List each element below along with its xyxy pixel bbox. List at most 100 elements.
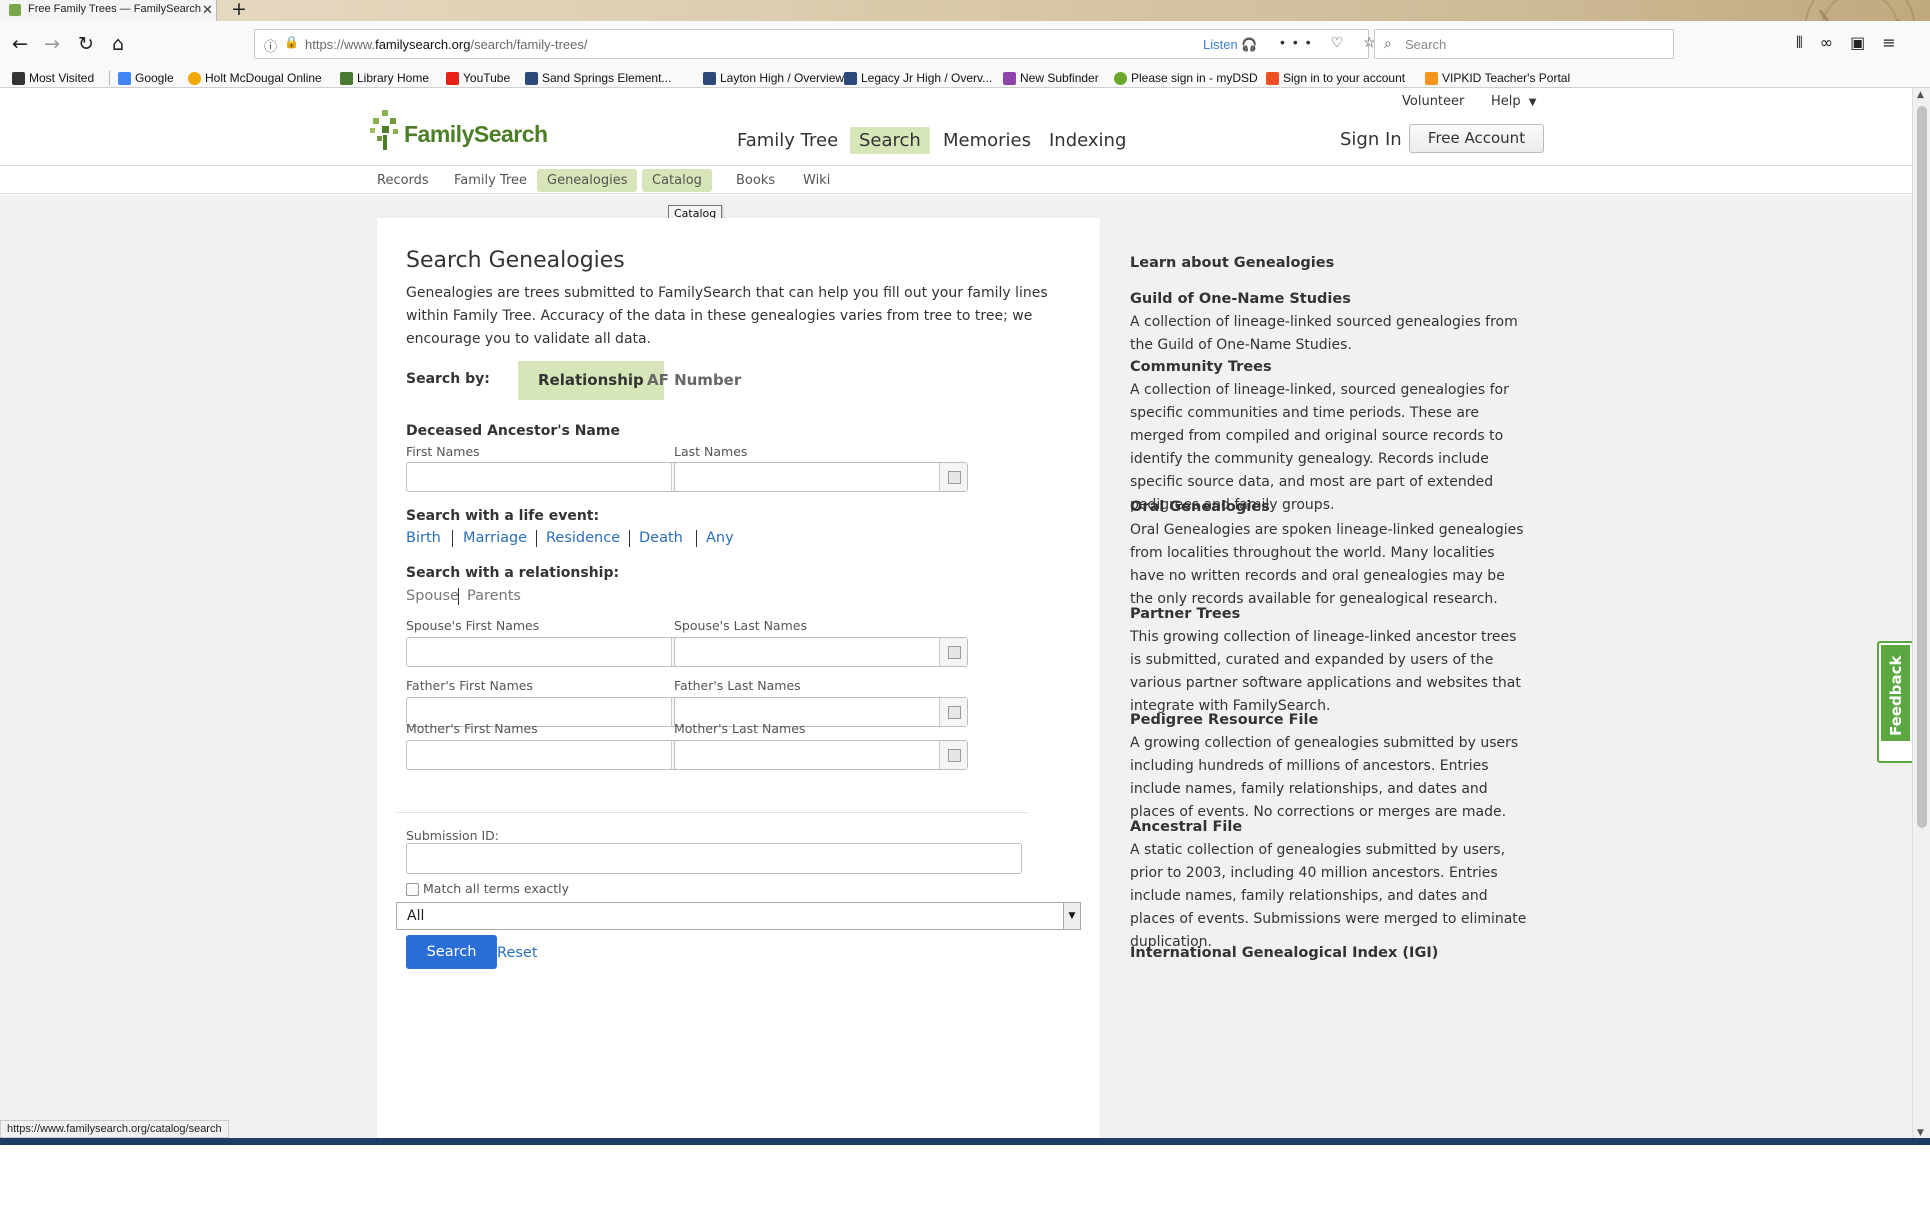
subnav-records[interactable]: Records	[367, 169, 439, 192]
bookmark-label: Please sign in - myDSD	[1131, 71, 1258, 85]
bookmark-item[interactable]: YouTube	[446, 71, 510, 85]
browser-search-field[interactable]: ⌕ Search	[1374, 29, 1674, 59]
lock-icon[interactable]: 🔒	[284, 35, 299, 49]
relationship-parents-link[interactable]: Parents	[467, 588, 521, 604]
page-title: Search Genealogies	[406, 248, 625, 273]
life-event-links: Birth Marriage Residence Death Any	[406, 530, 806, 548]
info-icon[interactable]: ⓘ	[264, 36, 277, 55]
mother-last-label: Mother's Last Names	[674, 721, 806, 736]
first-names-label: First Names	[406, 444, 480, 459]
subnav-genealogies[interactable]: Genealogies	[537, 169, 638, 192]
search-icon: ⌕	[1384, 35, 1392, 51]
main-nav-family-tree[interactable]: Family Tree	[728, 127, 847, 154]
separator	[629, 530, 630, 547]
reload-icon[interactable]: ↻	[74, 32, 98, 56]
os-taskbar	[0, 1138, 1930, 1145]
bookmark-item[interactable]: VIPKID Teacher's Portal	[1425, 71, 1570, 85]
life-event-death[interactable]: Death	[639, 530, 683, 546]
main-nav-indexing[interactable]: Indexing	[1040, 127, 1135, 154]
more-actions-icon[interactable]: •••	[1280, 34, 1319, 50]
help-menu[interactable]: Help ▼	[1491, 94, 1536, 109]
bookmark-item[interactable]: Google	[118, 71, 174, 85]
home-icon[interactable]: ⌂	[106, 32, 130, 56]
volunteer-link[interactable]: Volunteer	[1402, 94, 1464, 109]
url-text[interactable]: https://www.familysearch.org/search/fami…	[305, 37, 588, 52]
subnav-wiki[interactable]: Wiki	[793, 169, 840, 192]
bookmark-label: Most Visited	[29, 71, 95, 85]
feedback-label: Feedback	[1887, 655, 1905, 736]
bookmark-item[interactable]: Legacy Jr High / Overv...	[844, 71, 992, 85]
close-icon[interactable]: ✕	[202, 2, 213, 17]
keyboard-icon[interactable]	[939, 463, 967, 491]
back-arrow-icon[interactable]: ←	[8, 32, 32, 56]
reset-link[interactable]: Reset	[497, 945, 538, 961]
life-event-birth[interactable]: Birth	[406, 530, 441, 546]
life-event-residence[interactable]: Residence	[546, 530, 620, 546]
free-account-button[interactable]: Free Account	[1409, 124, 1544, 153]
mother-last-input[interactable]	[674, 740, 968, 770]
mother-first-label: Mother's First Names	[406, 721, 538, 736]
page-actions[interactable]: ••• ♡ ☆	[1280, 34, 1384, 51]
bookmark-item[interactable]: Sand Springs Element...	[525, 71, 671, 85]
life-event-marriage[interactable]: Marriage	[463, 530, 527, 546]
sidebar-section-body: Oral Genealogies are spoken lineage-link…	[1130, 522, 1524, 607]
life-event-any[interactable]: Any	[706, 530, 734, 546]
scroll-down-icon[interactable]: ▼	[1917, 1128, 1924, 1138]
bookmark-item[interactable]: Holt McDougal Online	[188, 71, 322, 85]
scroll-thumb[interactable]	[1917, 106, 1927, 828]
search-by-af-number-tab[interactable]: AF Number	[627, 361, 761, 400]
page-scrollbar[interactable]: ▲ ▼	[1912, 88, 1930, 1142]
forward-arrow-icon[interactable]: →	[40, 32, 64, 56]
bookmark-separator	[109, 71, 110, 85]
ancestor-name-heading: Deceased Ancestor's Name	[406, 423, 620, 439]
bookmark-item[interactable]: Layton High / Overview	[703, 71, 844, 85]
dropdown-arrow-icon[interactable]: ▼	[1063, 903, 1080, 929]
keyboard-icon[interactable]	[939, 741, 967, 769]
spouse-first-input[interactable]	[406, 637, 700, 667]
bookmark-label: YouTube	[463, 71, 511, 85]
relationship-spouse-link[interactable]: Spouse	[406, 588, 459, 604]
main-nav-search[interactable]: Search	[850, 127, 930, 154]
subnav-family-tree[interactable]: Family Tree	[444, 169, 537, 192]
sidebar-section-title: Ancestral File	[1130, 819, 1243, 835]
menu-icon[interactable]: ≡	[1882, 33, 1912, 52]
subnav-books[interactable]: Books	[726, 169, 785, 192]
sidebar-section-body: This growing collection of lineage-linke…	[1130, 629, 1521, 714]
bookmark-item[interactable]: Please sign in - myDSD	[1114, 71, 1258, 85]
bookmark-item[interactable]: Library Home	[340, 71, 429, 85]
address-bar[interactable]: ⓘ 🔒 https://www.familysearch.org/search/…	[254, 29, 1376, 59]
keyboard-icon[interactable]	[939, 698, 967, 726]
scroll-up-icon[interactable]: ▲	[1917, 90, 1924, 100]
library-icon[interactable]: ⫴	[1796, 33, 1820, 52]
bookmark-label: Sign in to your account	[1283, 71, 1406, 85]
last-names-input[interactable]	[674, 462, 968, 492]
new-tab-icon[interactable]: +	[231, 0, 247, 19]
spouse-last-input[interactable]	[674, 637, 968, 667]
bookmark-item[interactable]: New Subfinder	[1003, 71, 1099, 85]
tab-title: Free Family Trees — FamilySearch	[28, 3, 201, 15]
sign-in-link[interactable]: Sign In	[1340, 129, 1402, 150]
tab-active[interactable]: Free Family Trees — FamilySearch ✕	[0, 0, 217, 21]
pocket-icon[interactable]: ♡	[1331, 34, 1352, 50]
sidebar-heading: Learn about Genealogies	[1130, 255, 1335, 271]
main-nav-memories[interactable]: Memories	[934, 127, 1040, 154]
first-names-input[interactable]	[406, 462, 700, 492]
match-exact-checkbox[interactable]	[406, 883, 419, 896]
submission-id-input[interactable]	[406, 843, 1022, 874]
bookmark-item[interactable]: Most Visited	[12, 71, 94, 85]
listen-button[interactable]: Listen 🎧	[1203, 37, 1258, 53]
mother-first-input[interactable]	[406, 740, 700, 770]
feedback-tab[interactable]: Feedback ✿	[1877, 641, 1912, 763]
reading-glasses-icon[interactable]: ∞	[1820, 33, 1850, 52]
school-icon	[844, 71, 857, 85]
caret-down-icon: ▼	[1528, 97, 1537, 108]
bookmarks-toolbar: Most Visited Google Holt McDougal Online Li…	[0, 68, 1930, 88]
keyboard-icon[interactable]	[939, 638, 967, 666]
sidebar-section-body: A static collection of genealogies submi…	[1130, 842, 1527, 950]
collection-select[interactable]: All ▼	[396, 902, 1081, 930]
bookmark-item[interactable]: Sign in to your account	[1266, 71, 1405, 85]
familysearch-logo[interactable]: FamilySearch	[368, 108, 548, 152]
sidebar-icon[interactable]: ▣	[1850, 33, 1882, 52]
search-button[interactable]: Search	[406, 935, 497, 969]
subnav-catalog[interactable]: Catalog	[642, 169, 712, 192]
